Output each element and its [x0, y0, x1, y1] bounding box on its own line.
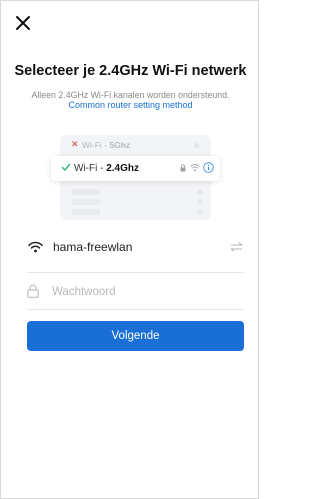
placeholder-dot — [194, 143, 199, 148]
info-icon — [203, 162, 214, 173]
page-title: Selecteer je 2.4GHz Wi-Fi netwerk — [14, 63, 247, 79]
screen: Selecteer je 2.4GHz Wi-Fi netwerk Alleen… — [0, 0, 259, 499]
close-icon — [16, 16, 30, 30]
next-button[interactable]: Volgende — [27, 321, 244, 351]
placeholder-dot — [197, 209, 203, 215]
cross-icon: ✕ — [71, 139, 79, 149]
router-help-link[interactable]: Common router setting method — [1, 100, 260, 110]
placeholder-bar — [72, 189, 100, 195]
placeholder-dot — [197, 199, 203, 205]
lock-icon — [27, 284, 39, 298]
password-input[interactable] — [52, 282, 232, 302]
wifi-network-field[interactable]: hama-freewlan — [27, 233, 244, 273]
lock-icon — [180, 164, 186, 172]
wifi-icon — [28, 241, 43, 253]
close-button[interactable] — [13, 13, 33, 33]
wifi-signal-icon — [190, 164, 200, 172]
unsupported-network-example: ✕ Wi-Fi - 5Ghz — [60, 139, 211, 153]
placeholder-bar — [72, 209, 100, 215]
placeholder-bar — [72, 199, 100, 205]
unsupported-network-label: Wi-Fi - 5Ghz — [82, 140, 131, 150]
password-field-row — [27, 275, 244, 310]
supported-network-label: Wi-Fi - 2.4Ghz — [74, 163, 140, 174]
placeholder-dot — [197, 189, 203, 195]
checkmark-icon — [61, 163, 71, 171]
switch-network-icon[interactable] — [230, 242, 243, 252]
wifi-network-value: hama-freewlan — [53, 240, 133, 254]
supported-network-example: Wi-Fi - 2.4Ghz — [51, 156, 220, 181]
